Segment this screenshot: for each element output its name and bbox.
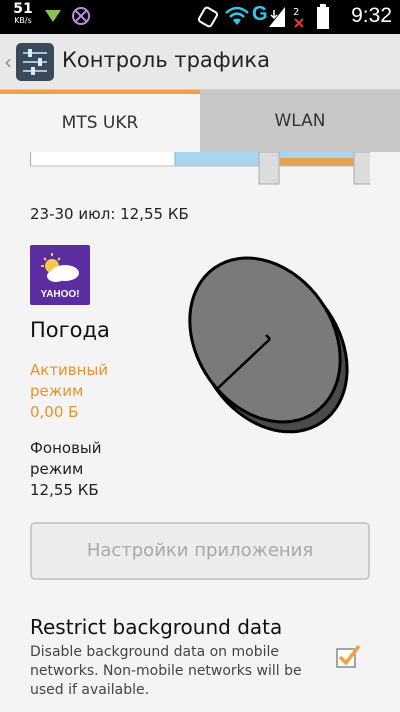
background-value: 12,55 КБ [30, 481, 99, 499]
svg-text:YAHOO!: YAHOO! [40, 289, 79, 300]
range-start-handle[interactable] [258, 152, 280, 185]
tab-wlan[interactable]: WLAN [200, 90, 400, 152]
foreground-label: Активный режим [30, 361, 109, 400]
range-end-handle[interactable] [353, 152, 370, 185]
no-signal-icon: 2 [293, 7, 304, 28]
battery-icon [317, 4, 329, 29]
restrict-background-title: Restrict background data [30, 615, 283, 639]
action-bar: ‹ Контроль трафика [0, 34, 400, 90]
clock: 9:32 [351, 4, 392, 27]
yahoo-weather-icon: YAHOO! [30, 245, 90, 305]
usage-period: 23-30 июл: 12,55 КБ [30, 205, 189, 223]
up-caret-icon[interactable]: ‹ [4, 50, 12, 74]
restrict-background-description: Disable background data on mobile networ… [30, 644, 302, 698]
restrict-background-checkbox[interactable] [335, 643, 361, 669]
usage-graph[interactable] [30, 152, 370, 188]
network-type: G [252, 3, 268, 25]
speed-unit: KB/s [14, 16, 32, 25]
data-usage-app-icon[interactable] [16, 43, 54, 81]
wifi-icon [225, 6, 249, 25]
android-icon [72, 7, 90, 25]
usage-pie-chart [188, 256, 349, 434]
svg-text:2: 2 [293, 7, 299, 18]
tab-mts-ukr[interactable]: MTS UKR [0, 90, 200, 152]
app-settings-button[interactable]: Настройки приложения [30, 522, 370, 580]
speed-value: 51 [13, 1, 33, 17]
status-bar: 51 KB/s G 2 9:32 [0, 0, 400, 34]
sliders-icon [23, 49, 47, 75]
page-title: Контроль трафика [62, 48, 270, 72]
network-speed: 51 KB/s [8, 2, 38, 25]
network-tabs: MTS UKR WLAN [0, 90, 400, 152]
download-arrow-icon [45, 10, 61, 22]
sync-icon [198, 6, 218, 28]
signal-icon [269, 7, 285, 27]
app-name: Погода [30, 318, 110, 342]
background-label: Фоновый режим [30, 439, 102, 478]
foreground-value: 0,00 Б [30, 403, 79, 421]
